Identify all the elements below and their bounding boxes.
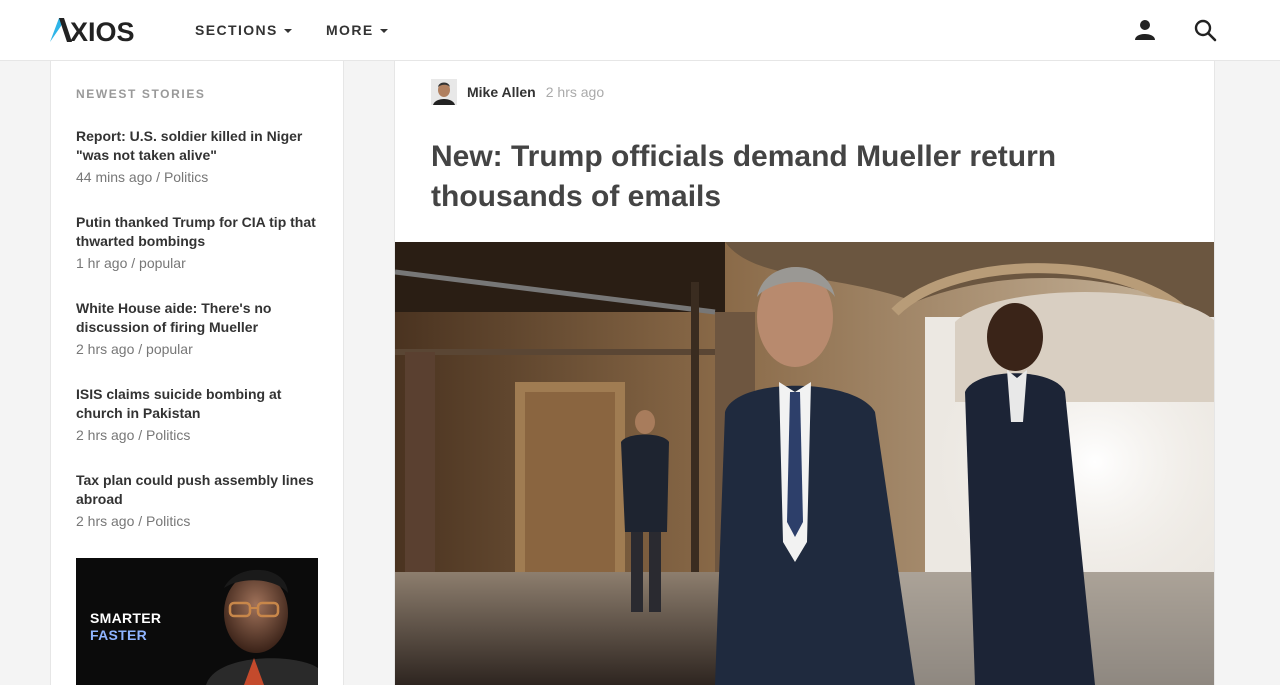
sidebar-heading: NEWEST STORIES: [76, 87, 206, 101]
axios-logo[interactable]: XIOS: [50, 16, 146, 44]
search-icon[interactable]: [1193, 18, 1217, 42]
newest-stories-sidebar: NEWEST STORIES Report: U.S. soldier kill…: [50, 61, 344, 685]
story-link[interactable]: Tax plan could push assembly lines abroa…: [76, 471, 326, 509]
user-icon[interactable]: [1133, 18, 1157, 42]
story-link[interactable]: Putin thanked Trump for CIA tip that thw…: [76, 213, 326, 251]
story-meta: 2 hrs ago / popular: [76, 341, 193, 357]
story-link[interactable]: Report: U.S. soldier killed in Niger "wa…: [76, 127, 326, 165]
nav-sections-menu[interactable]: SECTIONS: [195, 22, 292, 38]
promo-line-1: SMARTER: [90, 610, 162, 626]
promo-line-2: FASTER: [90, 627, 148, 643]
promo-portrait-image: [196, 558, 318, 685]
list-item: ISIS claims suicide bombing at church in…: [76, 385, 326, 445]
promo-ad[interactable]: SMARTER FASTER: [76, 558, 318, 685]
story-meta: 44 mins ago / Politics: [76, 169, 209, 185]
chevron-down-icon: [283, 28, 292, 33]
list-item: Tax plan could push assembly lines abroa…: [76, 471, 326, 531]
top-nav-bar: XIOS SECTIONS MORE: [0, 0, 1280, 61]
story-meta: 1 hr ago / popular: [76, 255, 186, 271]
chevron-down-icon: [379, 28, 388, 33]
article-card: Mike Allen 2 hrs ago New: Trump official…: [394, 61, 1215, 685]
story-meta: 2 hrs ago / Politics: [76, 513, 191, 529]
article-hero-image[interactable]: [395, 242, 1215, 685]
story-link[interactable]: ISIS claims suicide bombing at church in…: [76, 385, 326, 423]
axios-logo-mark: XIOS: [50, 17, 135, 44]
timestamp: 2 hrs ago: [545, 84, 605, 100]
story-meta: 2 hrs ago / Politics: [76, 427, 191, 443]
nav-more-menu[interactable]: MORE: [326, 22, 388, 38]
article-headline[interactable]: New: Trump officials demand Mueller retu…: [431, 137, 1191, 217]
byline: Mike Allen 2 hrs ago: [431, 79, 604, 105]
nav-sections-label: SECTIONS: [195, 22, 278, 38]
svg-text:XIOS: XIOS: [70, 17, 135, 44]
list-item: Putin thanked Trump for CIA tip that thw…: [76, 213, 326, 273]
author-name[interactable]: Mike Allen: [467, 84, 536, 100]
nav-more-label: MORE: [326, 22, 374, 38]
list-item: Report: U.S. soldier killed in Niger "wa…: [76, 127, 326, 187]
list-item: White House aide: There's no discussion …: [76, 299, 326, 359]
story-link[interactable]: White House aide: There's no discussion …: [76, 299, 326, 337]
avatar[interactable]: [431, 79, 457, 105]
